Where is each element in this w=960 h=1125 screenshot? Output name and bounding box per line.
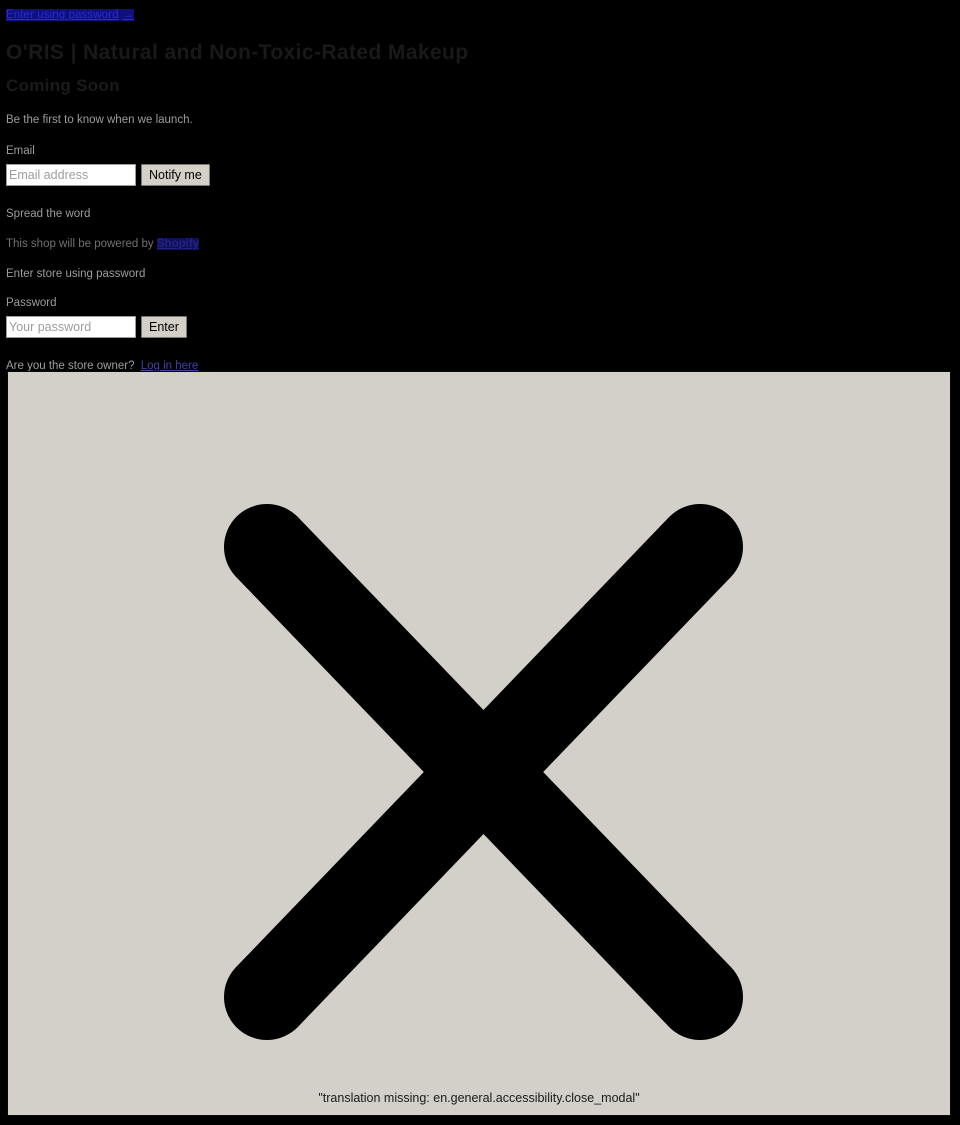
powered-by-line: This shop will be powered by Shopify [6,236,706,252]
launch-lead-text: Be the first to know when we launch. [6,114,193,126]
password-input[interactable] [6,316,136,338]
enter-using-password-label: Enter using password [6,9,119,21]
arrow-right-icon: → [122,9,135,21]
notify-me-button[interactable]: Notify me [141,164,210,186]
email-input[interactable] [6,164,136,186]
shop-title: O'RIS | Natural and Non-Toxic-Rated Make… [6,41,469,64]
email-label: Email [6,145,35,157]
newsletter-form: Notify me [6,164,706,186]
password-form: Enter [6,316,706,338]
close-modal-panel[interactable]: "translation missing: en.general.accessi… [7,371,951,1116]
enter-store-heading: Enter store using password [6,268,146,280]
close-x-icon[interactable] [8,502,951,1042]
coming-soon-heading: Coming Soon [6,76,120,95]
top-password-bar: Enter using password → [0,0,135,23]
powered-by-prefix: This shop will be powered by [6,238,154,250]
shopify-link[interactable]: Shopify [156,238,200,250]
main-content: O'RIS | Natural and Non-Toxic-Rated Make… [6,38,706,374]
spread-the-word-heading: Spread the word [6,208,91,220]
close-modal-caption: "translation missing: en.general.accessi… [318,1091,640,1105]
password-label: Password [6,297,57,309]
enter-using-password-link[interactable]: Enter using password → [6,9,135,21]
enter-button[interactable]: Enter [141,316,187,338]
